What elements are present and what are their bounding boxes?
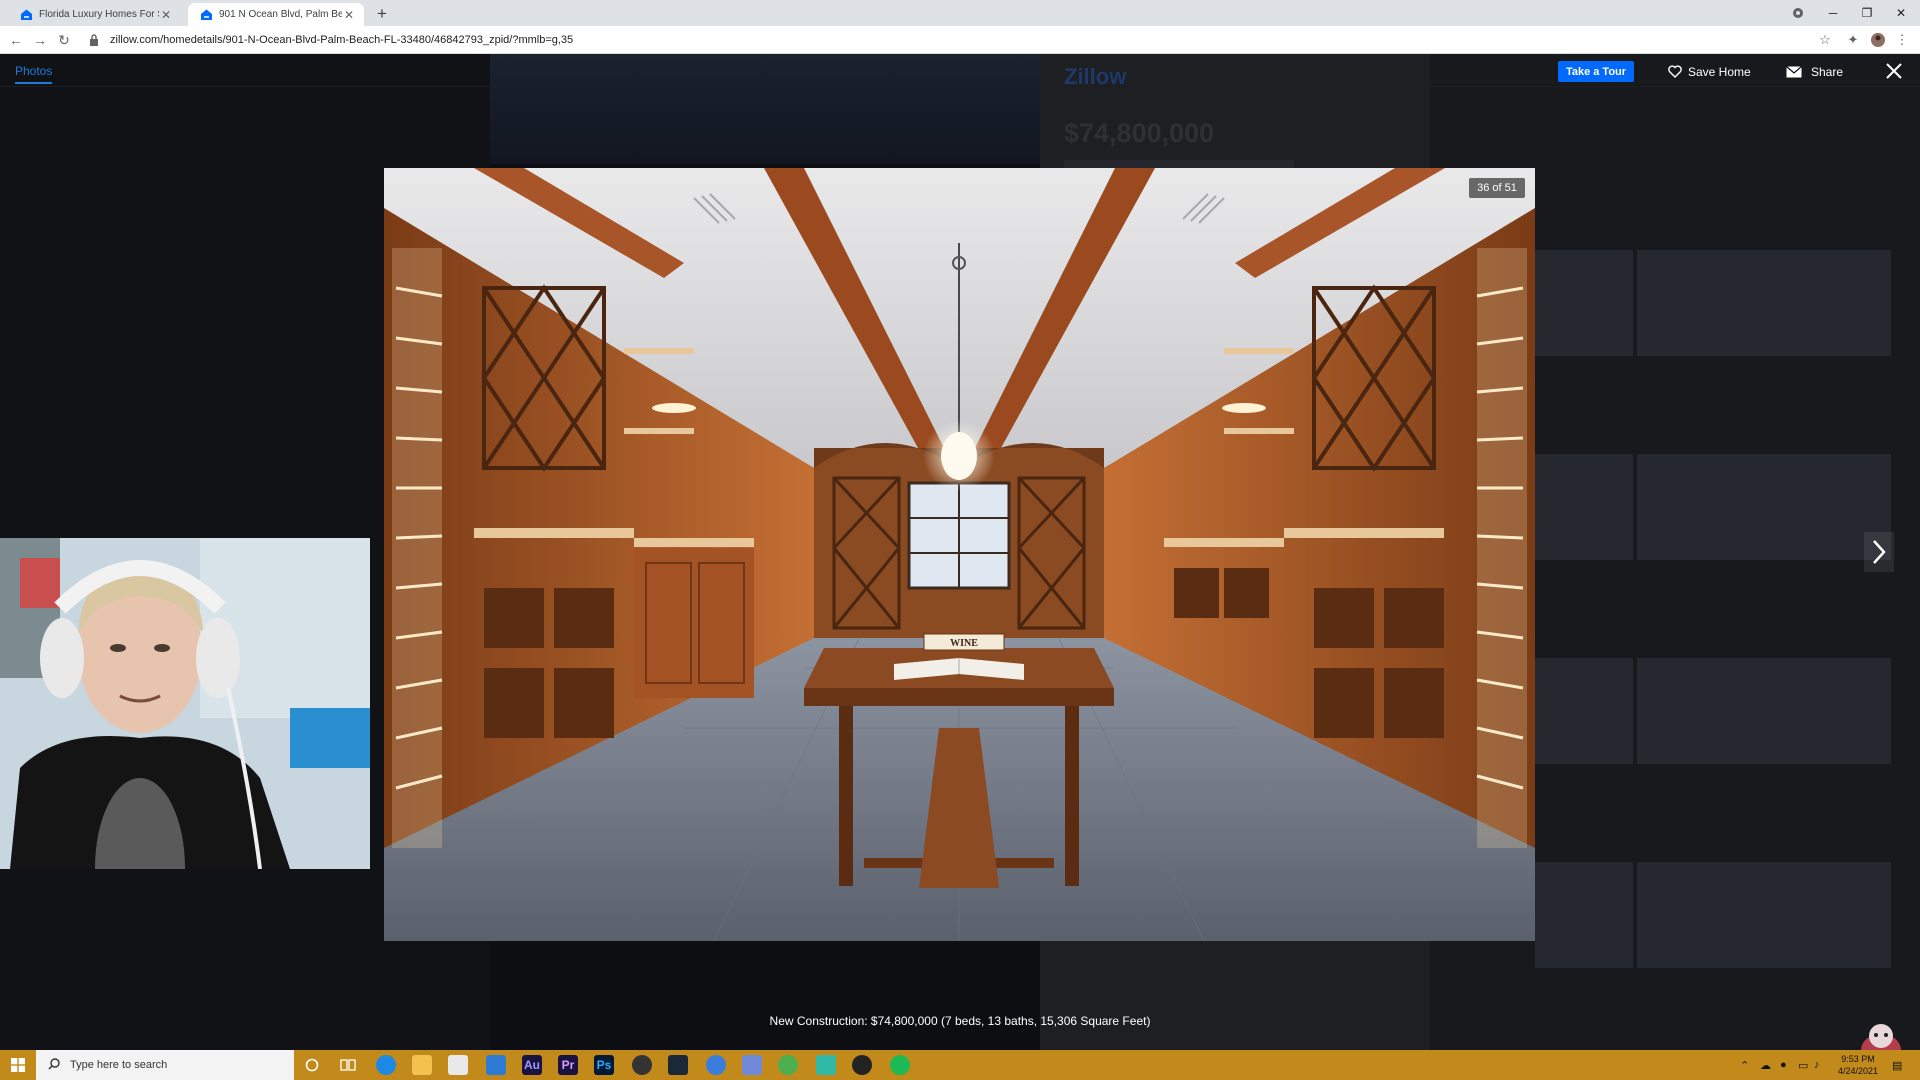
- dimmed-home-card: [1535, 454, 1633, 560]
- app-icon[interactable]: [816, 1055, 836, 1075]
- forward-arrow-icon[interactable]: →: [30, 30, 50, 50]
- spotify-icon[interactable]: [890, 1055, 910, 1075]
- lock-icon: [89, 34, 101, 46]
- listing-photo-wine-cellar[interactable]: WINE: [384, 168, 1535, 941]
- dimmed-home-card: [1535, 658, 1633, 764]
- dimmed-home-card: [1535, 250, 1633, 356]
- photo-counter-badge: 36 of 51: [1469, 178, 1525, 198]
- photoshop-app-icon[interactable]: Ps: [594, 1055, 614, 1075]
- network-icon[interactable]: ▭: [1798, 1050, 1808, 1080]
- search-icon: [48, 1057, 60, 1073]
- header-divider: [0, 86, 1920, 87]
- dimmed-text-line: [1064, 160, 1294, 168]
- next-photo-chevron-icon[interactable]: [1864, 532, 1894, 572]
- app-icon[interactable]: [706, 1055, 726, 1075]
- mail-icon[interactable]: [486, 1055, 506, 1075]
- clock-time: 9:53 PM: [1841, 1054, 1875, 1064]
- task-view-icon[interactable]: [338, 1055, 358, 1075]
- tab-close-icon[interactable]: ✕: [159, 8, 173, 22]
- profile-avatar-icon[interactable]: [1868, 30, 1888, 50]
- tab-title: Florida Luxury Homes For Sale -: [39, 9, 159, 20]
- stream-mascot-overlay: [1856, 1020, 1906, 1050]
- tab-title: 901 N Ocean Blvd, Palm Beach, F: [219, 9, 342, 20]
- url-text: zillow.com/homedetails/901-N-Ocean-Blvd-…: [110, 34, 574, 46]
- discord-icon[interactable]: [742, 1055, 762, 1075]
- close-window-icon[interactable]: ✕: [1884, 0, 1918, 26]
- extensions-puzzle-icon[interactable]: ✦: [1843, 30, 1863, 50]
- system-clock[interactable]: 9:53 PM 4/24/2021: [1830, 1053, 1886, 1077]
- save-home-label: Save Home: [1688, 64, 1751, 79]
- zillow-favicon-icon: [20, 8, 33, 21]
- store-icon[interactable]: [448, 1055, 468, 1075]
- chrome-icon[interactable]: [778, 1055, 798, 1075]
- reload-icon[interactable]: ↻: [54, 30, 74, 50]
- streamer-webcam-image: [0, 538, 370, 869]
- close-lightbox-icon[interactable]: [1882, 59, 1906, 83]
- dimmed-home-card: [1637, 454, 1891, 560]
- clock-date: 4/24/2021: [1837, 1066, 1879, 1076]
- obs-icon[interactable]: [632, 1055, 652, 1075]
- windows-start-icon[interactable]: [0, 1050, 36, 1080]
- wine-sign-text: WINE: [950, 638, 978, 649]
- browser-menu-icon[interactable]: ⋮: [1892, 30, 1912, 50]
- search-placeholder: Type here to search: [70, 1059, 168, 1071]
- notifications-icon[interactable]: ▤: [1892, 1050, 1902, 1080]
- dimmed-home-card: [1637, 862, 1891, 968]
- volume-icon[interactable]: ♪: [1814, 1050, 1820, 1080]
- dimmed-listing-photo: [490, 54, 1040, 164]
- tab-close-icon[interactable]: ✕: [342, 8, 356, 22]
- dimmed-home-card: [1535, 862, 1633, 968]
- url-field[interactable]: zillow.com/homedetails/901-N-Ocean-Blvd-…: [89, 30, 1779, 50]
- tab-photos[interactable]: Photos: [15, 64, 52, 78]
- steam-icon[interactable]: [668, 1055, 688, 1075]
- tray-chevron-icon[interactable]: ⌃: [1740, 1050, 1749, 1080]
- address-toolbar: ← → ↻ zillow.com/homedetails/901-N-Ocean…: [0, 26, 1920, 54]
- back-arrow-icon[interactable]: ←: [6, 30, 26, 50]
- dimmed-home-card: [1637, 250, 1891, 356]
- edge-browser-icon[interactable]: [376, 1055, 396, 1075]
- photo-caption: New Construction: $74,800,000 (7 beds, 1…: [769, 1014, 1151, 1028]
- app-icon[interactable]: [852, 1055, 872, 1075]
- audition-app-icon[interactable]: Au: [522, 1055, 542, 1075]
- listing-price-dimmed: $74,800,000: [1064, 118, 1215, 148]
- zillow-favicon-icon: [200, 8, 213, 21]
- cortana-icon[interactable]: [302, 1055, 322, 1075]
- dimmed-home-card: [1637, 658, 1891, 764]
- share-label: Share: [1811, 64, 1844, 79]
- onedrive-icon[interactable]: ☁: [1760, 1050, 1771, 1080]
- browser-tab-strip: Florida Luxury Homes For Sale - ✕ 901 N …: [0, 0, 1920, 26]
- heart-icon: [1668, 65, 1682, 78]
- zillow-lightbox-page: Zillow $74,800,000 Photos Take a Tour Sa…: [0, 54, 1920, 1050]
- share-button[interactable]: Share: [1786, 61, 1843, 82]
- microphone-icon[interactable]: ●: [1780, 1050, 1787, 1080]
- save-home-button[interactable]: Save Home: [1668, 61, 1751, 82]
- tab-active-underline: [15, 82, 52, 84]
- new-tab-button[interactable]: +: [372, 4, 392, 24]
- file-explorer-icon[interactable]: [412, 1055, 432, 1075]
- premiere-app-icon[interactable]: Pr: [558, 1055, 578, 1075]
- restore-window-icon[interactable]: ❐: [1850, 0, 1884, 26]
- windows-taskbar: Type here to search Au Pr Ps ⌃ ☁ ● ▭ ♪ 9…: [0, 1050, 1920, 1080]
- envelope-icon: [1786, 65, 1802, 78]
- wine-cellar-illustration: WINE: [384, 168, 1535, 941]
- bookmark-star-icon[interactable]: ☆: [1815, 30, 1835, 50]
- taskbar-search-input[interactable]: Type here to search: [36, 1050, 294, 1080]
- minimize-window-icon[interactable]: ─: [1816, 0, 1850, 26]
- take-a-tour-button[interactable]: Take a Tour: [1558, 61, 1634, 82]
- tab-florida-luxury-homes[interactable]: Florida Luxury Homes For Sale - ✕: [8, 3, 181, 26]
- tab-901-n-ocean-blvd[interactable]: 901 N Ocean Blvd, Palm Beach, F ✕: [188, 3, 364, 26]
- profile-indicator-icon[interactable]: [1781, 0, 1815, 26]
- webcam-overlay: [0, 538, 370, 869]
